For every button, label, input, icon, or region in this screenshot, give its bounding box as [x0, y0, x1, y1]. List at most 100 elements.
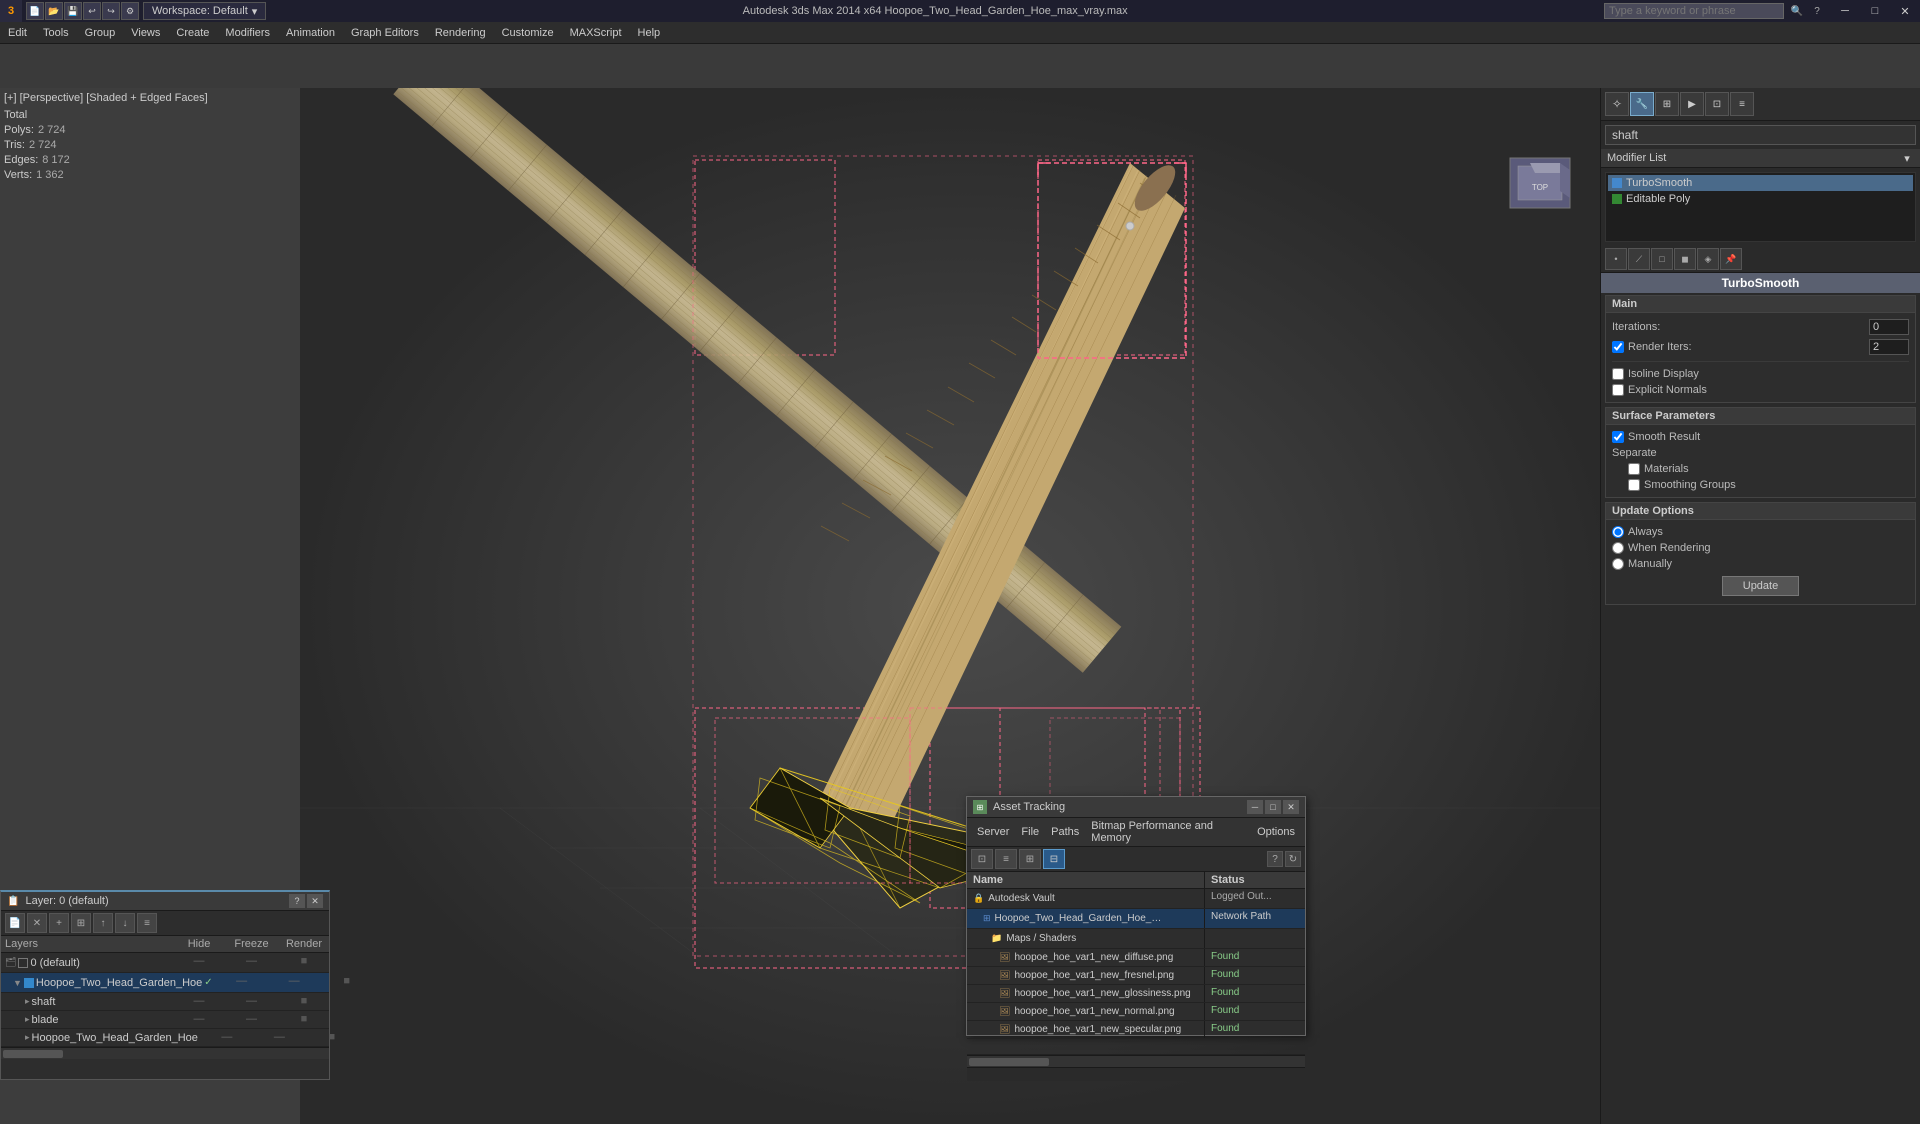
layers-help-button[interactable]: ?: [289, 894, 305, 908]
subobj-vertex-icon[interactable]: •: [1605, 248, 1627, 270]
menu-rendering[interactable]: Rendering: [427, 24, 494, 42]
fresnel-name: hoopoe_hoe_var1_new_fresnel.png: [1014, 970, 1174, 981]
layers-tool-1[interactable]: 📄: [5, 913, 25, 933]
menu-views[interactable]: Views: [123, 24, 168, 42]
when-rendering-radio[interactable]: [1612, 542, 1624, 554]
layer-row-blade[interactable]: ▸ blade — — ■: [1, 1011, 329, 1029]
asset-close-button[interactable]: ✕: [1283, 800, 1299, 814]
normal-name: hoopoe_hoe_var1_new_normal.png: [1014, 1006, 1174, 1017]
asset-row-vault[interactable]: 🔒 Autodesk Vault Logged Out...: [967, 889, 1305, 909]
toolbar-open[interactable]: 📂: [45, 2, 63, 20]
shaft-render: ■: [279, 993, 329, 1010]
explicit-normals-checkbox[interactable]: [1612, 384, 1624, 396]
panel-display-icon[interactable]: ⊡: [1705, 92, 1729, 116]
modifier-item-turbosmooth[interactable]: TurboSmooth: [1608, 175, 1913, 191]
asset-menu-file[interactable]: File: [1015, 824, 1045, 840]
asset-refresh-icon[interactable]: ↻: [1285, 851, 1301, 867]
layers-scrollbar-h[interactable]: [1, 1047, 329, 1059]
toolbar-settings[interactable]: ⚙: [121, 2, 139, 20]
modifier-item-editable-poly[interactable]: Editable Poly: [1608, 191, 1913, 207]
object-name-field[interactable]: [1605, 125, 1916, 145]
asset-row-glossiness[interactable]: 🖼 hoopoe_hoe_var1_new_glossiness.png Fou…: [967, 985, 1305, 1003]
panel-utilities-icon[interactable]: ≡: [1730, 92, 1754, 116]
asset-menu-bitmap[interactable]: Bitmap Performance and Memory: [1085, 818, 1251, 846]
subobj-border-icon[interactable]: □: [1651, 248, 1673, 270]
layer-row-1[interactable]: ▼ Hoopoe_Two_Head_Garden_Hoe ✓ — — ■: [1, 973, 329, 993]
smoothing-groups-checkbox[interactable]: [1628, 479, 1640, 491]
asset-help-icon[interactable]: ?: [1267, 851, 1283, 867]
asset-tool-1[interactable]: ⊡: [971, 849, 993, 869]
toolbar-redo[interactable]: ↪: [102, 2, 120, 20]
layers-tool-6[interactable]: ↓: [115, 913, 135, 933]
render-iters-input[interactable]: [1869, 339, 1909, 355]
layers-tool-2[interactable]: ✕: [27, 913, 47, 933]
layer-row-0[interactable]: 🗂 0 (default) — — ■: [1, 953, 329, 973]
asset-row-normal[interactable]: 🖼 hoopoe_hoe_var1_new_normal.png Found: [967, 1003, 1305, 1021]
panel-modify-icon[interactable]: 🔧: [1630, 92, 1654, 116]
asset-menu-server[interactable]: Server: [971, 824, 1015, 840]
layer-row-hoe[interactable]: ▸ Hoopoe_Two_Head_Garden_Hoe — — ■: [1, 1029, 329, 1047]
materials-checkbox[interactable]: [1628, 463, 1640, 475]
panel-hierarchy-icon[interactable]: ⊞: [1655, 92, 1679, 116]
asset-row-maps[interactable]: 📁 Maps / Shaders: [967, 929, 1305, 949]
render-iters-checkbox[interactable]: [1612, 341, 1624, 353]
menu-tools[interactable]: Tools: [35, 24, 77, 42]
asset-minimize-button[interactable]: ─: [1247, 800, 1263, 814]
minimize-button[interactable]: ─: [1830, 0, 1860, 22]
help-icon[interactable]: ?: [1808, 2, 1826, 20]
asset-row-specular[interactable]: 🖼 hoopoe_hoe_var1_new_specular.png Found: [967, 1021, 1305, 1039]
app-icon: 3: [0, 0, 22, 22]
fresnel-icon: 🖼: [999, 970, 1010, 981]
update-button[interactable]: Update: [1722, 576, 1799, 596]
smoothing-groups-label: Smoothing Groups: [1644, 479, 1736, 491]
toolbar-save[interactable]: 💾: [64, 2, 82, 20]
asset-row-diffuse[interactable]: 🖼 hoopoe_hoe_var1_new_diffuse.png Found: [967, 949, 1305, 967]
menu-group[interactable]: Group: [77, 24, 124, 42]
menu-help[interactable]: Help: [630, 24, 669, 42]
panel-create-icon[interactable]: ✧: [1605, 92, 1629, 116]
manually-radio[interactable]: [1612, 558, 1624, 570]
shaft-freeze: —: [224, 993, 279, 1010]
isoline-label: Isoline Display: [1628, 368, 1699, 380]
maximize-button[interactable]: □: [1860, 0, 1890, 22]
workspace-dropdown[interactable]: Workspace: Default ▾: [143, 2, 266, 20]
toolbar-new[interactable]: 📄: [26, 2, 44, 20]
smooth-result-checkbox[interactable]: [1612, 431, 1624, 443]
asset-tool-4[interactable]: ⊟: [1043, 849, 1065, 869]
asset-restore-button[interactable]: □: [1265, 800, 1281, 814]
layer-row-shaft[interactable]: ▸ shaft — — ■: [1, 993, 329, 1011]
asset-tool-2[interactable]: ≡: [995, 849, 1017, 869]
maps-name: Maps / Shaders: [1006, 933, 1076, 944]
menu-edit[interactable]: Edit: [0, 24, 35, 42]
layers-tool-3[interactable]: +: [49, 913, 69, 933]
asset-row-fresnel[interactable]: 🖼 hoopoe_hoe_var1_new_fresnel.png Found: [967, 967, 1305, 985]
menu-customize[interactable]: Customize: [494, 24, 562, 42]
layers-tool-7[interactable]: ≡: [137, 913, 157, 933]
always-radio[interactable]: [1612, 526, 1624, 538]
subobj-pin-icon[interactable]: 📌: [1720, 248, 1742, 270]
subobj-edge-icon[interactable]: ⟋: [1628, 248, 1650, 270]
search-input[interactable]: [1604, 3, 1784, 19]
asset-menu-options[interactable]: Options: [1251, 824, 1301, 840]
layers-close-button[interactable]: ✕: [307, 894, 323, 908]
asset-scrollbar-h[interactable]: [967, 1055, 1305, 1067]
menu-animation[interactable]: Animation: [278, 24, 343, 42]
modifier-list-dropdown[interactable]: ▾: [1900, 151, 1914, 165]
toolbar-undo[interactable]: ↩: [83, 2, 101, 20]
layers-tool-4[interactable]: ⊞: [71, 913, 91, 933]
asset-menu-paths[interactable]: Paths: [1045, 824, 1085, 840]
search-icon[interactable]: 🔍: [1788, 2, 1806, 20]
layers-tool-5[interactable]: ↑: [93, 913, 113, 933]
subobj-poly-icon[interactable]: ◼: [1674, 248, 1696, 270]
panel-motion-icon[interactable]: ▶: [1680, 92, 1704, 116]
menu-graph-editors[interactable]: Graph Editors: [343, 24, 427, 42]
asset-row-maxfile[interactable]: ⊞ Hoopoe_Two_Head_Garden_Hoe_max_vray.ma…: [967, 909, 1305, 929]
isoline-checkbox[interactable]: [1612, 368, 1624, 380]
asset-tool-3[interactable]: ⊞: [1019, 849, 1041, 869]
menu-modifiers[interactable]: Modifiers: [217, 24, 278, 42]
menu-maxscript[interactable]: MAXScript: [562, 24, 630, 42]
subobj-element-icon[interactable]: ◈: [1697, 248, 1719, 270]
close-button[interactable]: ✕: [1890, 0, 1920, 22]
menu-create[interactable]: Create: [168, 24, 217, 42]
iterations-input[interactable]: [1869, 319, 1909, 335]
